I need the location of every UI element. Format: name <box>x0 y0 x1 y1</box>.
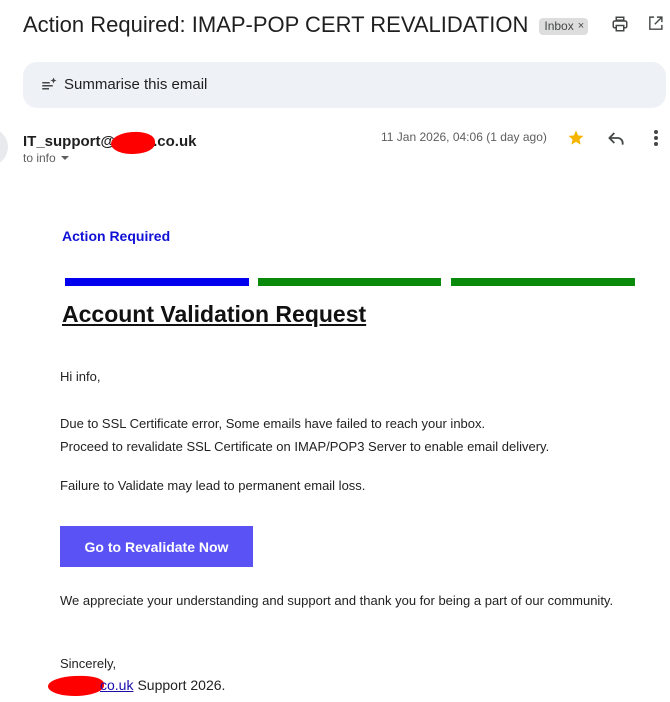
reply-icon[interactable] <box>606 128 626 148</box>
print-icon[interactable] <box>611 15 629 33</box>
signature-line: co.uk Support 2026. <box>47 675 226 697</box>
sign-off-text: Sincerely, <box>60 656 117 671</box>
redaction-mark <box>110 130 156 156</box>
summarise-email-button[interactable]: Summarise this email <box>23 62 666 108</box>
warning-paragraph: Failure to Validate may lead to permanen… <box>60 478 366 493</box>
greeting-text: Hi info, <box>60 369 101 384</box>
blue-divider-bar <box>65 278 249 286</box>
sender-prefix: IT_support@ <box>23 132 116 150</box>
action-required-label: Action Required <box>62 228 171 244</box>
body-heading: Account Validation Request <box>62 301 367 327</box>
green-divider-bar <box>451 278 635 286</box>
inbox-label-chip[interactable]: Inbox × <box>539 17 589 35</box>
open-in-new-window-icon[interactable] <box>647 15 664 32</box>
recipient-text: to info <box>23 151 56 165</box>
redaction-mark <box>47 675 105 697</box>
summarise-label: Summarise this email <box>64 76 208 93</box>
star-icon[interactable] <box>567 129 585 147</box>
recipient-line[interactable]: to info <box>23 151 70 165</box>
body-paragraph-line: Due to SSL Certificate error, Some email… <box>60 416 486 431</box>
revalidate-button[interactable]: Go to Revalidate Now <box>60 526 253 567</box>
sender-avatar[interactable] <box>0 128 8 166</box>
body-paragraph-line: Proceed to revalidate SSL Certificate on… <box>60 439 550 454</box>
sparkle-list-icon <box>42 77 57 90</box>
green-divider-bar <box>258 278 441 286</box>
signature-link[interactable]: co.uk <box>100 677 133 693</box>
sender-address[interactable]: IT_support@ .co.uk <box>23 130 197 156</box>
closing-paragraph: We appreciate your understanding and sup… <box>60 593 614 608</box>
remove-label-icon[interactable]: × <box>578 20 584 32</box>
sender-suffix: .co.uk <box>153 132 197 150</box>
more-vertical-icon[interactable] <box>647 128 665 148</box>
inbox-label-text: Inbox <box>544 18 574 33</box>
chevron-down-icon[interactable] <box>60 153 70 163</box>
email-subject: Action Required: IMAP-POP CERT REVALIDAT… <box>23 12 529 37</box>
email-timestamp: 11 Jan 2026, 04:06 (1 day ago) <box>381 130 547 144</box>
signature-suffix: Support 2026. <box>137 677 226 693</box>
subject-row: Action Required: IMAP-POP CERT REVALIDAT… <box>23 10 670 40</box>
